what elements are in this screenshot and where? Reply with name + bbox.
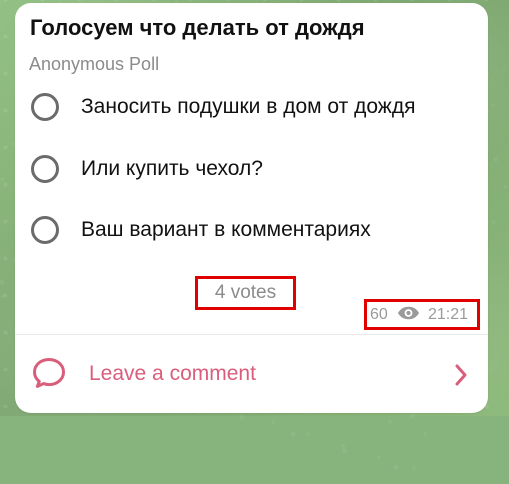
divider xyxy=(15,334,488,335)
leave-comment-label: Leave a comment xyxy=(89,362,256,385)
leave-comment-button[interactable]: Leave a comment xyxy=(15,337,488,413)
votes-count: 4 votes xyxy=(195,276,296,310)
poll-title: Голосуем что делать от дождя xyxy=(30,15,365,40)
poll-option-label-3: Ваш вариант в комментариях xyxy=(81,218,371,241)
poll-type: Anonymous Poll xyxy=(29,54,160,74)
poll-option-1[interactable]: Заносить подушки в дом от дождя xyxy=(31,92,486,126)
radio-button-1[interactable] xyxy=(31,93,59,121)
chevron-right-icon xyxy=(455,364,467,386)
poll-option-label-2: Или купить чехол? xyxy=(81,157,263,180)
poll-option-label-1: Заносить подушки в дом от дождя xyxy=(81,95,416,118)
comment-icon xyxy=(33,358,65,388)
eye-icon xyxy=(397,306,420,320)
radio-button-2[interactable] xyxy=(31,155,59,183)
message-meta: 60 21:21 xyxy=(364,299,480,330)
poll-option-2[interactable]: Или купить чехол? xyxy=(31,154,486,188)
views-count: 60 xyxy=(370,306,388,323)
poll-message-card: Голосуем что делать от дождя Anonymous P… xyxy=(15,3,488,413)
radio-button-3[interactable] xyxy=(31,216,59,244)
poll-option-3[interactable]: Ваш вариант в комментариях xyxy=(31,215,486,249)
message-time: 21:21 xyxy=(428,306,469,323)
